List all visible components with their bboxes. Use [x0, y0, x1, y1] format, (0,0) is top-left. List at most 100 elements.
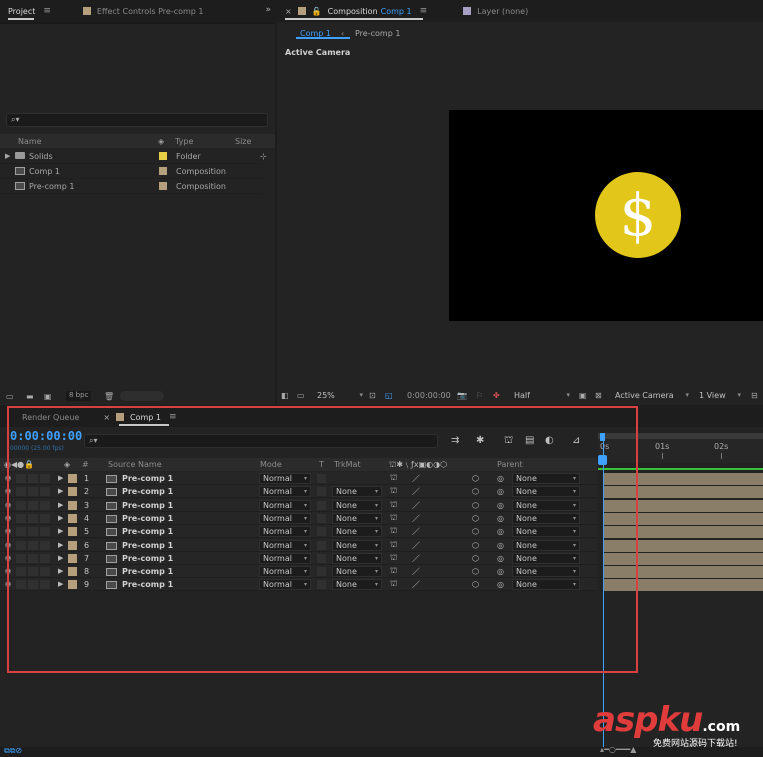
- parent-select[interactable]: None ▾: [512, 500, 580, 511]
- viewer-timecode[interactable]: 0:00:00:00: [407, 391, 451, 400]
- shy-layers-icon[interactable]: ⛫: [504, 435, 513, 448]
- label-swatch[interactable]: [68, 541, 77, 550]
- preserve-transparency-switch[interactable]: [317, 474, 326, 483]
- parent-select[interactable]: None ▾: [512, 579, 580, 590]
- quality-switch-icon[interactable]: ／: [412, 566, 420, 577]
- layer-duration-bar[interactable]: [604, 540, 763, 552]
- shy-switch-icon[interactable]: ⛫: [390, 553, 397, 563]
- thumbnail-scroll[interactable]: [120, 391, 164, 401]
- time-ruler[interactable]: 0s 01s 02s: [598, 433, 763, 465]
- shy-switch-icon[interactable]: ⛫: [390, 473, 397, 483]
- eye-icon[interactable]: ◉: [5, 514, 11, 522]
- lock-switch[interactable]: [40, 474, 50, 483]
- trkmat-select[interactable]: None ▾: [332, 526, 382, 537]
- solo-switch[interactable]: [28, 501, 38, 510]
- layer-duration-bar[interactable]: [604, 566, 763, 578]
- column-source-name[interactable]: Source Name: [108, 460, 162, 469]
- close-icon[interactable]: ×: [285, 7, 292, 16]
- snapshot-icon[interactable]: 📷: [457, 391, 467, 400]
- layer-duration-bar[interactable]: [604, 486, 763, 498]
- panel-overflow-icon[interactable]: »: [265, 5, 271, 15]
- shy-switch-icon[interactable]: ⛫: [390, 566, 397, 576]
- expand-arrow-icon[interactable]: ▶: [58, 554, 63, 562]
- lock-icon[interactable]: 🔓: [312, 7, 322, 16]
- 3d-layer-icon[interactable]: ⬡: [472, 567, 479, 576]
- audio-switch[interactable]: [16, 527, 26, 536]
- table-row[interactable]: ◉ ▶ 3 Pre-comp 1 Normal ▾ None ▾ ⛫ ／ ⬡ ◎ None ▾: [0, 499, 597, 512]
- pick-whip-icon[interactable]: ◎: [497, 501, 504, 510]
- timeline-search-input[interactable]: ⌕▾: [84, 434, 438, 448]
- column-name[interactable]: Name: [18, 137, 42, 146]
- fit-icon[interactable]: ⊡: [369, 391, 376, 400]
- tab-composition[interactable]: × 🔓 Composition Comp 1 ≡: [277, 0, 435, 22]
- trkmat-select[interactable]: None ▾: [332, 553, 382, 564]
- column-type[interactable]: Type: [175, 137, 193, 146]
- mode-select[interactable]: Normal ▾: [259, 566, 311, 577]
- project-search-input[interactable]: ⌕▾: [6, 113, 268, 127]
- layer-name[interactable]: Pre-comp 1: [122, 554, 173, 563]
- audio-switch[interactable]: [16, 541, 26, 550]
- table-row[interactable]: ◉ ▶ 8 Pre-comp 1 Normal ▾ None ▾ ⛫ ／ ⬡ ◎ None ▾: [0, 565, 597, 578]
- label-swatch[interactable]: [68, 487, 77, 496]
- eye-icon[interactable]: ◉: [5, 527, 11, 535]
- trkmat-select[interactable]: None ▾: [332, 486, 382, 497]
- new-composition-icon[interactable]: ▣: [44, 392, 52, 401]
- column-t[interactable]: T: [319, 460, 324, 469]
- label-swatch[interactable]: [68, 567, 77, 576]
- quality-switch-icon[interactable]: ／: [412, 500, 420, 511]
- layer-duration-bar[interactable]: [604, 473, 763, 485]
- parent-select[interactable]: None ▾: [512, 513, 580, 524]
- preserve-transparency-switch[interactable]: [317, 514, 326, 523]
- solo-switch[interactable]: [28, 541, 38, 550]
- preserve-transparency-switch[interactable]: [317, 487, 326, 496]
- label-swatch[interactable]: [68, 474, 77, 483]
- 3d-layer-icon[interactable]: ⬡: [472, 554, 479, 563]
- shy-switch-icon[interactable]: ⛫: [390, 579, 397, 589]
- solo-switch[interactable]: [28, 527, 38, 536]
- table-row[interactable]: ◉ ▶ 6 Pre-comp 1 Normal ▾ None ▾ ⛫ ／ ⬡ ◎ None ▾: [0, 539, 597, 552]
- preserve-transparency-switch[interactable]: [317, 541, 326, 550]
- table-row[interactable]: ◉ ▶ 9 Pre-comp 1 Normal ▾ None ▾ ⛫ ／ ⬡ ◎ None ▾: [0, 578, 597, 591]
- lock-switch[interactable]: [40, 527, 50, 536]
- table-row[interactable]: ◉ ▶ 2 Pre-comp 1 Normal ▾ None ▾ ⛫ ／ ⬡ ◎ None ▾: [0, 485, 597, 498]
- layer-name[interactable]: Pre-comp 1: [122, 487, 173, 496]
- expand-arrow-icon[interactable]: ▶: [58, 567, 63, 575]
- audio-switch[interactable]: [16, 554, 26, 563]
- pick-whip-icon[interactable]: ◎: [497, 567, 504, 576]
- eye-icon[interactable]: ◉: [5, 554, 11, 562]
- layer-duration-bar[interactable]: [604, 526, 763, 538]
- shy-switch-icon[interactable]: ⛫: [390, 540, 397, 550]
- dollar-coin-icon[interactable]: $: [595, 172, 681, 258]
- layer-name[interactable]: Pre-comp 1: [122, 580, 173, 589]
- quality-switch-icon[interactable]: ／: [412, 473, 420, 484]
- 3d-layer-icon[interactable]: ⬡: [472, 474, 479, 483]
- column-parent[interactable]: Parent: [497, 460, 523, 469]
- pick-whip-icon[interactable]: ◎: [497, 474, 504, 483]
- layer-duration-bar[interactable]: [604, 513, 763, 525]
- camera-select[interactable]: Active Camera ▾: [611, 388, 693, 402]
- label-tag-icon[interactable]: ◈: [64, 460, 70, 469]
- expand-arrow-icon[interactable]: ▶: [58, 541, 63, 549]
- parent-select[interactable]: None ▾: [512, 526, 580, 537]
- layer-duration-bar[interactable]: [604, 500, 763, 512]
- flowchart-icon[interactable]: ⊹: [260, 152, 267, 161]
- layer-duration-bar[interactable]: [604, 579, 763, 591]
- eye-icon[interactable]: ◉: [5, 541, 11, 549]
- hamburger-menu-icon[interactable]: ≡: [43, 6, 51, 16]
- solo-switch[interactable]: [28, 474, 38, 483]
- table-row[interactable]: ◉ ▶ 5 Pre-comp 1 Normal ▾ None ▾ ⛫ ／ ⬡ ◎ None ▾: [0, 525, 597, 538]
- mask-visibility-icon[interactable]: ⊠: [595, 391, 602, 400]
- shy-switch-icon[interactable]: ⛫: [390, 500, 397, 510]
- trkmat-select[interactable]: None ▾: [332, 500, 382, 511]
- expand-arrow-icon[interactable]: ▶: [58, 501, 63, 509]
- mode-select[interactable]: Normal ▾: [259, 579, 311, 590]
- lock-switch[interactable]: [40, 554, 50, 563]
- layer-name[interactable]: Pre-comp 1: [122, 567, 173, 576]
- quality-switch-icon[interactable]: ／: [412, 513, 420, 524]
- lock-switch[interactable]: [40, 514, 50, 523]
- eye-icon[interactable]: ◉: [5, 487, 11, 495]
- column-trkmat[interactable]: TrkMat: [334, 460, 361, 469]
- pick-whip-icon[interactable]: ◎: [497, 527, 504, 536]
- 3d-layer-icon[interactable]: ⬡: [472, 527, 479, 536]
- label-swatch[interactable]: [68, 554, 77, 563]
